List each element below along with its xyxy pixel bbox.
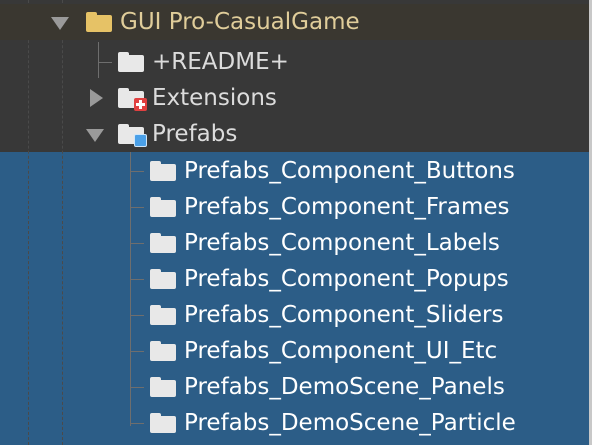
tree-item-prefab-child[interactable]: Prefabs_DemoScene_Panels: [0, 369, 589, 405]
tree-item-label: Prefabs_Component_Sliders: [184, 302, 504, 328]
folder-icon: [150, 197, 176, 217]
folder-prefab-icon: [118, 124, 147, 147]
tree-item-label: Prefabs: [152, 121, 238, 147]
folder-icon: [86, 12, 112, 32]
tree-item-prefab-child[interactable]: Prefabs_DemoScene_Particle: [0, 405, 589, 441]
tree-item-label: Prefabs_DemoScene_Panels: [184, 374, 505, 400]
tree-item-prefab-child[interactable]: Prefabs_Component_Sliders: [0, 297, 589, 333]
tree-item-prefab-child[interactable]: Prefabs_Component_Labels: [0, 225, 589, 261]
folder-plugin-icon: [118, 88, 147, 111]
tree-item-extensions[interactable]: Extensions: [0, 80, 589, 116]
tree-item-prefab-child[interactable]: Prefabs_Component_Frames: [0, 189, 589, 225]
folder-icon: [150, 413, 176, 433]
folder-icon: [150, 305, 176, 325]
folder-icon: [150, 269, 176, 289]
expand-arrow-icon[interactable]: [51, 17, 69, 30]
tree-item-label: +README+: [152, 49, 289, 75]
collapse-arrow-icon[interactable]: [90, 89, 103, 107]
project-tree-panel: GUI Pro-CasualGame +README+ Extensions P…: [0, 0, 592, 445]
expand-arrow-icon[interactable]: [86, 129, 104, 142]
tree-item-label: Prefabs_DemoScene_Particle: [184, 410, 516, 436]
folder-icon: [150, 341, 176, 361]
tree-item-prefab-child[interactable]: Prefabs_Component_Popups: [0, 261, 589, 297]
tree-item-prefabs[interactable]: Prefabs: [0, 116, 589, 152]
tree-item-label: Prefabs_Component_Labels: [184, 230, 500, 256]
folder-icon: [150, 233, 176, 253]
tree-item-label: GUI Pro-CasualGame: [120, 9, 360, 35]
folder-icon: [150, 377, 176, 397]
tree-item-root[interactable]: GUI Pro-CasualGame: [0, 4, 589, 40]
tree-item-prefab-child[interactable]: Prefabs_Component_Buttons: [0, 153, 589, 189]
tree-item-label: Extensions: [152, 85, 277, 111]
folder-icon: [150, 161, 176, 181]
tree-item-label: Prefabs_Component_Frames: [184, 194, 510, 220]
tree-item-label: Prefabs_Component_Buttons: [184, 158, 515, 184]
folder-icon: [118, 52, 144, 72]
tree-item-label: Prefabs_Component_UI_Etc: [184, 338, 498, 364]
tree-item-prefab-child[interactable]: Prefabs_Component_UI_Etc: [0, 333, 589, 369]
tree-item-label: Prefabs_Component_Popups: [184, 266, 509, 292]
tree-item-readme[interactable]: +README+: [0, 44, 589, 80]
